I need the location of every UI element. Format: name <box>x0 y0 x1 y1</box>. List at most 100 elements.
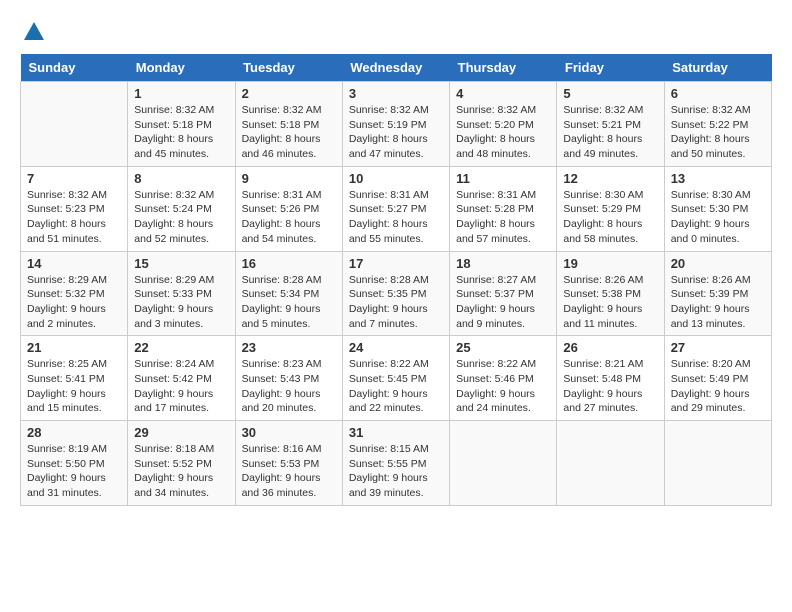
header-thursday: Thursday <box>450 54 557 82</box>
day-number: 21 <box>27 340 121 355</box>
header-monday: Monday <box>128 54 235 82</box>
calendar-cell: 8 Sunrise: 8:32 AMSunset: 5:24 PMDaylight… <box>128 166 235 251</box>
cell-content: Sunrise: 8:32 AMSunset: 5:18 PMDaylight:… <box>242 103 336 162</box>
day-number: 22 <box>134 340 228 355</box>
cell-content: Sunrise: 8:32 AMSunset: 5:22 PMDaylight:… <box>671 103 765 162</box>
day-number: 13 <box>671 171 765 186</box>
day-number: 20 <box>671 256 765 271</box>
cell-content: Sunrise: 8:32 AMSunset: 5:20 PMDaylight:… <box>456 103 550 162</box>
day-number: 4 <box>456 86 550 101</box>
calendar-cell: 12 Sunrise: 8:30 AMSunset: 5:29 PMDayligh… <box>557 166 664 251</box>
cell-content: Sunrise: 8:28 AMSunset: 5:34 PMDaylight:… <box>242 273 336 332</box>
day-number: 28 <box>27 425 121 440</box>
calendar-cell: 30 Sunrise: 8:16 AMSunset: 5:53 PMDayligh… <box>235 421 342 506</box>
cell-content: Sunrise: 8:30 AMSunset: 5:29 PMDaylight:… <box>563 188 657 247</box>
calendar-cell: 11 Sunrise: 8:31 AMSunset: 5:28 PMDayligh… <box>450 166 557 251</box>
logo-icon <box>22 20 46 44</box>
cell-content: Sunrise: 8:22 AMSunset: 5:46 PMDaylight:… <box>456 357 550 416</box>
calendar-cell: 13 Sunrise: 8:30 AMSunset: 5:30 PMDayligh… <box>664 166 771 251</box>
page-header <box>20 20 772 44</box>
calendar-cell: 3 Sunrise: 8:32 AMSunset: 5:19 PMDaylight… <box>342 82 449 167</box>
header-sunday: Sunday <box>21 54 128 82</box>
day-number: 1 <box>134 86 228 101</box>
day-number: 9 <box>242 171 336 186</box>
cell-content: Sunrise: 8:20 AMSunset: 5:49 PMDaylight:… <box>671 357 765 416</box>
calendar-cell: 23 Sunrise: 8:23 AMSunset: 5:43 PMDayligh… <box>235 336 342 421</box>
day-number: 3 <box>349 86 443 101</box>
calendar-cell <box>557 421 664 506</box>
day-number: 16 <box>242 256 336 271</box>
calendar-week-row: 28Sunrise: 8:19 AMSunset: 5:50 PMDayligh… <box>21 421 772 506</box>
day-number: 30 <box>242 425 336 440</box>
day-number: 25 <box>456 340 550 355</box>
calendar-cell <box>450 421 557 506</box>
day-number: 18 <box>456 256 550 271</box>
day-number: 2 <box>242 86 336 101</box>
calendar-week-row: 14Sunrise: 8:29 AMSunset: 5:32 PMDayligh… <box>21 251 772 336</box>
calendar-cell: 22 Sunrise: 8:24 AMSunset: 5:42 PMDayligh… <box>128 336 235 421</box>
calendar-cell: 19 Sunrise: 8:26 AMSunset: 5:38 PMDayligh… <box>557 251 664 336</box>
day-number: 6 <box>671 86 765 101</box>
cell-content: Sunrise: 8:30 AMSunset: 5:30 PMDaylight:… <box>671 188 765 247</box>
header-tuesday: Tuesday <box>235 54 342 82</box>
day-number: 17 <box>349 256 443 271</box>
cell-content: Sunrise: 8:15 AMSunset: 5:55 PMDaylight:… <box>349 442 443 501</box>
cell-content: Sunrise: 8:31 AMSunset: 5:28 PMDaylight:… <box>456 188 550 247</box>
calendar-cell: 15 Sunrise: 8:29 AMSunset: 5:33 PMDayligh… <box>128 251 235 336</box>
header-friday: Friday <box>557 54 664 82</box>
cell-content: Sunrise: 8:28 AMSunset: 5:35 PMDaylight:… <box>349 273 443 332</box>
cell-content: Sunrise: 8:26 AMSunset: 5:38 PMDaylight:… <box>563 273 657 332</box>
cell-content: Sunrise: 8:32 AMSunset: 5:19 PMDaylight:… <box>349 103 443 162</box>
calendar-cell: 25 Sunrise: 8:22 AMSunset: 5:46 PMDayligh… <box>450 336 557 421</box>
calendar-cell <box>21 82 128 167</box>
calendar-cell: 17 Sunrise: 8:28 AMSunset: 5:35 PMDayligh… <box>342 251 449 336</box>
calendar-cell: 7 Sunrise: 8:32 AMSunset: 5:23 PMDaylight… <box>21 166 128 251</box>
day-number: 26 <box>563 340 657 355</box>
calendar-cell: 9 Sunrise: 8:31 AMSunset: 5:26 PMDaylight… <box>235 166 342 251</box>
cell-content: Sunrise: 8:31 AMSunset: 5:27 PMDaylight:… <box>349 188 443 247</box>
cell-content: Sunrise: 8:23 AMSunset: 5:43 PMDaylight:… <box>242 357 336 416</box>
day-number: 11 <box>456 171 550 186</box>
day-number: 15 <box>134 256 228 271</box>
calendar-cell: 6 Sunrise: 8:32 AMSunset: 5:22 PMDaylight… <box>664 82 771 167</box>
cell-content: Sunrise: 8:31 AMSunset: 5:26 PMDaylight:… <box>242 188 336 247</box>
day-number: 12 <box>563 171 657 186</box>
day-number: 24 <box>349 340 443 355</box>
calendar-cell: 24 Sunrise: 8:22 AMSunset: 5:45 PMDayligh… <box>342 336 449 421</box>
calendar-week-row: 21 Sunrise: 8:25 AMSunset: 5:41 PMDayligh… <box>21 336 772 421</box>
calendar-cell <box>664 421 771 506</box>
cell-content: Sunrise: 8:21 AMSunset: 5:48 PMDaylight:… <box>563 357 657 416</box>
day-number: 8 <box>134 171 228 186</box>
calendar-cell: 10 Sunrise: 8:31 AMSunset: 5:27 PMDayligh… <box>342 166 449 251</box>
calendar-cell: 4 Sunrise: 8:32 AMSunset: 5:20 PMDaylight… <box>450 82 557 167</box>
day-number: 31 <box>349 425 443 440</box>
calendar-cell: 21 Sunrise: 8:25 AMSunset: 5:41 PMDayligh… <box>21 336 128 421</box>
cell-content: Sunrise: 8:32 AMSunset: 5:23 PMDaylight:… <box>27 188 121 247</box>
cell-content: Sunrise: 8:22 AMSunset: 5:45 PMDaylight:… <box>349 357 443 416</box>
calendar-table: Sunday Monday Tuesday Wednesday Thursday… <box>20 54 772 506</box>
cell-content: Sunrise: 8:29 AMSunset: 5:33 PMDaylight:… <box>134 273 228 332</box>
cell-content: Sunrise: 8:16 AMSunset: 5:53 PMDaylight:… <box>242 442 336 501</box>
cell-content: Sunrise: 8:18 AMSunset: 5:52 PMDaylight:… <box>134 442 228 501</box>
day-number: 23 <box>242 340 336 355</box>
cell-content: Sunrise: 8:32 AMSunset: 5:24 PMDaylight:… <box>134 188 228 247</box>
calendar-week-row: 7 Sunrise: 8:32 AMSunset: 5:23 PMDaylight… <box>21 166 772 251</box>
calendar-week-row: 1 Sunrise: 8:32 AMSunset: 5:18 PMDaylight… <box>21 82 772 167</box>
calendar-cell: 20Sunrise: 8:26 AMSunset: 5:39 PMDayligh… <box>664 251 771 336</box>
cell-content: Sunrise: 8:24 AMSunset: 5:42 PMDaylight:… <box>134 357 228 416</box>
calendar-cell: 14Sunrise: 8:29 AMSunset: 5:32 PMDayligh… <box>21 251 128 336</box>
calendar-cell: 5Sunrise: 8:32 AMSunset: 5:21 PMDaylight… <box>557 82 664 167</box>
header-row: Sunday Monday Tuesday Wednesday Thursday… <box>21 54 772 82</box>
cell-content: Sunrise: 8:25 AMSunset: 5:41 PMDaylight:… <box>27 357 121 416</box>
calendar-cell: 28Sunrise: 8:19 AMSunset: 5:50 PMDayligh… <box>21 421 128 506</box>
calendar-cell: 26 Sunrise: 8:21 AMSunset: 5:48 PMDayligh… <box>557 336 664 421</box>
header-wednesday: Wednesday <box>342 54 449 82</box>
calendar-cell: 2 Sunrise: 8:32 AMSunset: 5:18 PMDaylight… <box>235 82 342 167</box>
day-number: 10 <box>349 171 443 186</box>
calendar-cell: 1Sunrise: 8:32 AMSunset: 5:18 PMDaylight… <box>128 82 235 167</box>
calendar-cell: 27Sunrise: 8:20 AMSunset: 5:49 PMDayligh… <box>664 336 771 421</box>
calendar-cell: 29Sunrise: 8:18 AMSunset: 5:52 PMDayligh… <box>128 421 235 506</box>
day-number: 7 <box>27 171 121 186</box>
day-number: 19 <box>563 256 657 271</box>
cell-content: Sunrise: 8:27 AMSunset: 5:37 PMDaylight:… <box>456 273 550 332</box>
